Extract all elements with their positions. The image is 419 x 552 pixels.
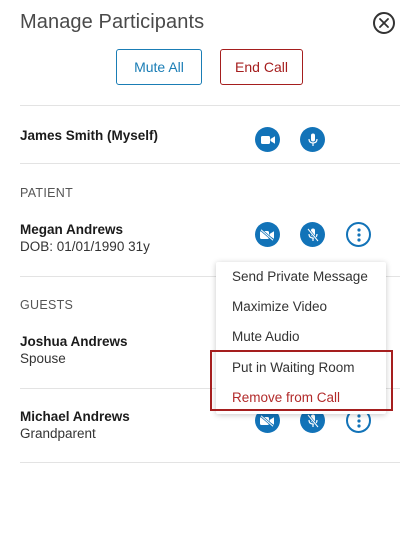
menu-item-put-in-waiting-room[interactable]: Put in Waiting Room (232, 360, 355, 375)
divider (20, 462, 400, 463)
video-off-icon (260, 414, 274, 427)
menu-item-maximize-video[interactable]: Maximize Video (232, 299, 327, 314)
close-button[interactable] (373, 12, 395, 34)
menu-item-remove-from-call[interactable]: Remove from Call (232, 390, 340, 405)
close-icon (379, 18, 389, 28)
page-title: Manage Participants (20, 11, 205, 33)
video-off-icon (260, 228, 274, 241)
participant-relation: Spouse (20, 351, 66, 366)
mic-off-icon (306, 413, 319, 428)
participant-name-guest: Michael Andrews (20, 409, 130, 424)
participant-relation: Grandparent (20, 426, 96, 441)
menu-item-send-private-message[interactable]: Send Private Message (232, 269, 368, 284)
section-header-patient: PATIENT (20, 186, 74, 200)
participant-name-self: James Smith (Myself) (20, 128, 159, 143)
mute-all-button[interactable]: Mute All (116, 49, 202, 85)
end-call-button[interactable]: End Call (220, 49, 303, 85)
participant-dob: DOB: 01/01/1990 31y (20, 239, 150, 254)
microphone-icon (307, 133, 318, 146)
patient-mic-button[interactable] (300, 222, 325, 247)
patient-video-button[interactable] (255, 222, 280, 247)
more-vertical-icon (356, 413, 361, 428)
self-video-button[interactable] (255, 127, 280, 152)
divider (20, 105, 400, 106)
manage-participants-panel: Manage Participants Mute All End Call Ja… (0, 0, 419, 552)
section-header-guests: GUESTS (20, 298, 74, 312)
more-vertical-icon (356, 227, 361, 242)
participant-name-guest: Joshua Andrews (20, 334, 128, 349)
divider (20, 163, 400, 164)
participant-name-patient: Megan Andrews (20, 222, 124, 237)
patient-more-options-button[interactable] (346, 222, 371, 247)
mic-off-icon (306, 227, 319, 242)
self-mic-button[interactable] (300, 127, 325, 152)
menu-item-mute-audio[interactable]: Mute Audio (232, 329, 300, 344)
video-camera-icon (260, 135, 275, 144)
participant-context-menu: Send Private Message Maximize Video Mute… (216, 262, 386, 414)
